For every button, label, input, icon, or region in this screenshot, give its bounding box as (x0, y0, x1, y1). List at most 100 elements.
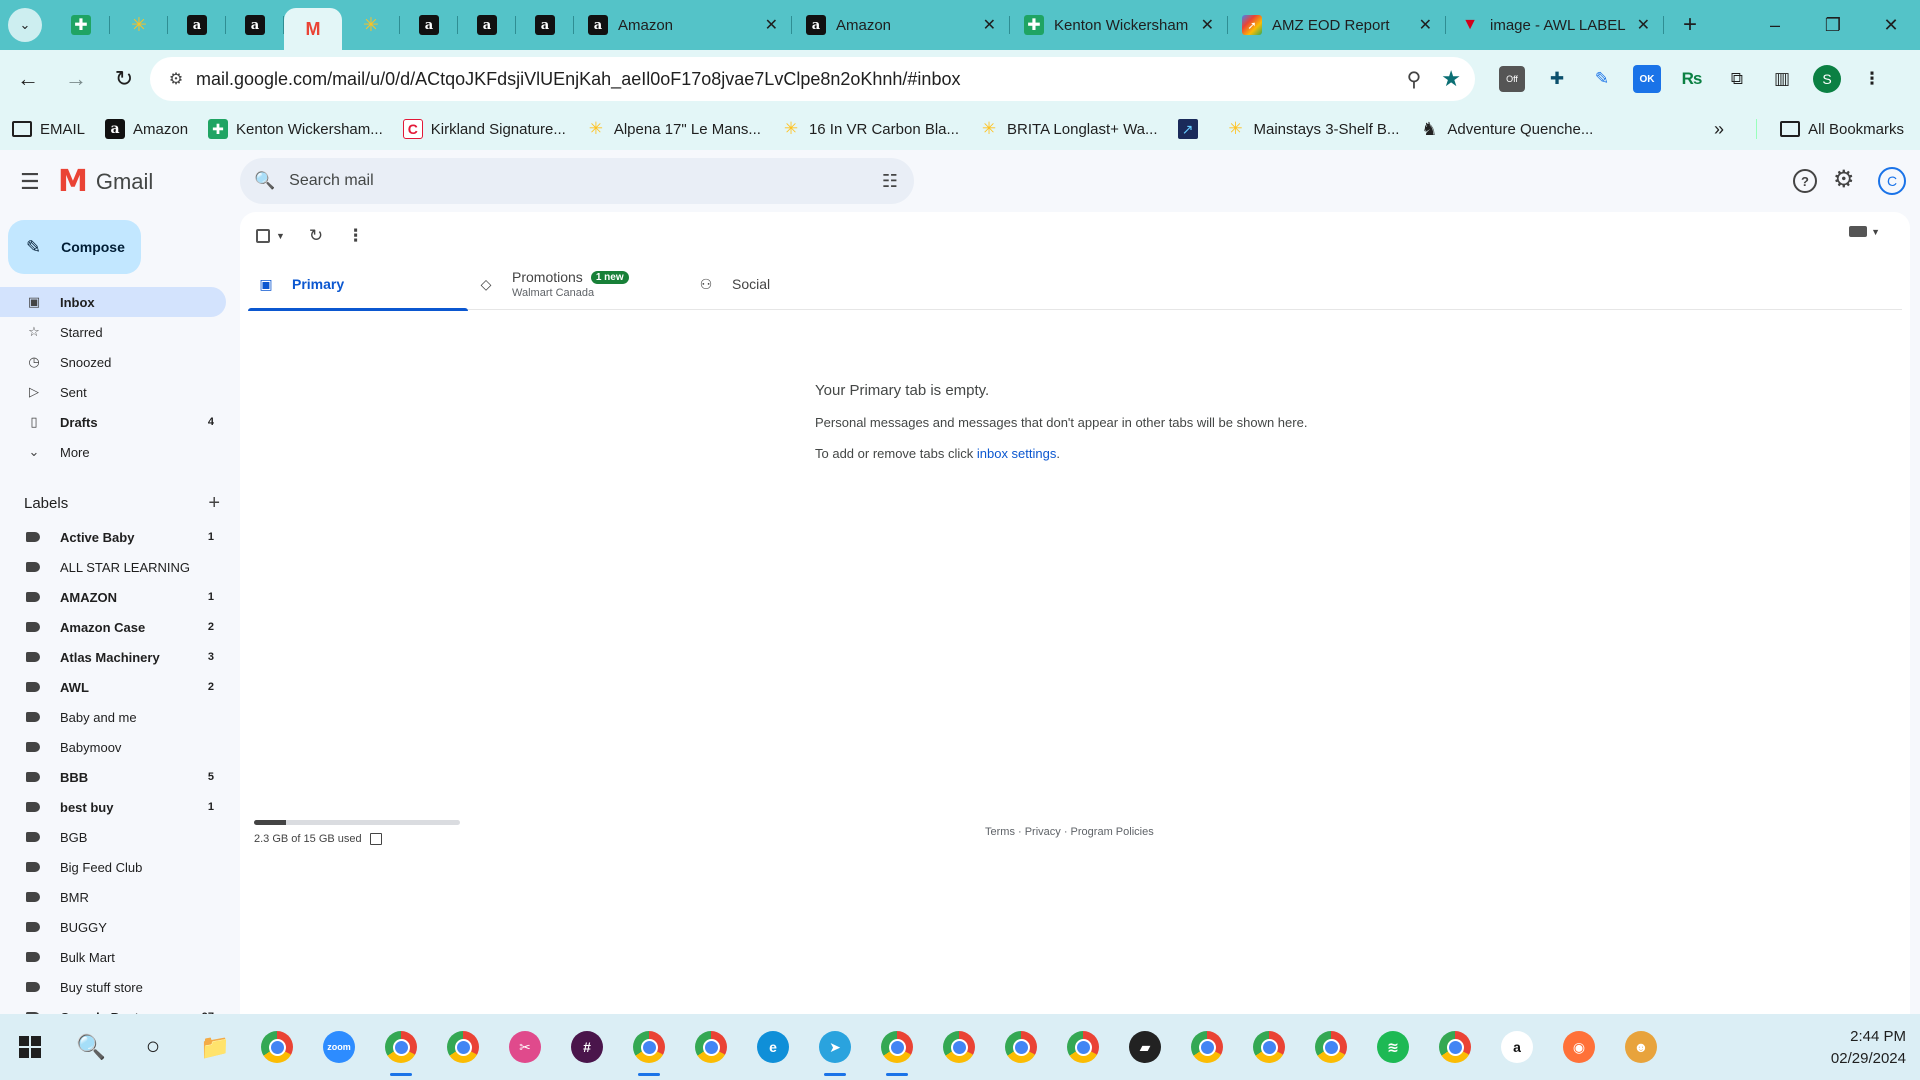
taskbar-chrome[interactable] (1238, 1014, 1300, 1080)
bookmark-item[interactable]: C Kirkland Signature... (402, 119, 566, 139)
inbox-settings-link[interactable]: inbox settings (977, 446, 1057, 461)
taskbar-game[interactable]: ☻ (1610, 1014, 1672, 1080)
browser-tab[interactable]: ➚ AMZ EOD Report ✕ (1228, 0, 1446, 50)
bookmark-item[interactable]: ✳ BRITA Longlast+ Wa... (979, 119, 1158, 139)
label-item[interactable]: BUGGY (0, 912, 226, 942)
taskbar-chrome[interactable] (618, 1014, 680, 1080)
system-clock[interactable]: 2:44 PM 02/29/2024 (1831, 1026, 1906, 1070)
taskbar-chrome[interactable] (1300, 1014, 1362, 1080)
more-options-icon[interactable]: ⋮ (347, 226, 364, 246)
extension-ok[interactable]: OK (1627, 59, 1667, 99)
label-item[interactable]: BBB 5 (0, 762, 226, 792)
search-icon[interactable]: 🔍 (254, 171, 275, 191)
site-info-icon[interactable]: ⚙ (156, 69, 196, 89)
label-item[interactable]: Baby and me (0, 702, 226, 732)
taskbar-chrome[interactable] (1176, 1014, 1238, 1080)
add-label-button[interactable]: + (208, 492, 220, 515)
url-text[interactable]: mail.google.com/mail/u/0/d/ACtqoJKFdsjiV… (196, 69, 1407, 90)
pinned-tab-amazon[interactable]: a (226, 0, 284, 50)
label-item[interactable]: Big Feed Club (0, 852, 226, 882)
close-window-button[interactable]: ✕ (1862, 0, 1920, 50)
search-options-icon[interactable]: ☷ (882, 171, 898, 192)
close-tab-icon[interactable]: ✕ (1637, 15, 1650, 35)
footer-links[interactable]: Terms · Privacy · Program Policies (985, 826, 1154, 838)
taskbar-snipping-tool[interactable]: ✂ (494, 1014, 556, 1080)
close-tab-icon[interactable]: ✕ (983, 15, 996, 35)
pinned-tab-gmail[interactable]: M (284, 8, 342, 50)
select-all-checkbox[interactable] (256, 229, 270, 243)
main-menu-icon[interactable]: ☰ (20, 169, 40, 195)
taskbar-chrome[interactable] (990, 1014, 1052, 1080)
extensions-puzzle-icon[interactable]: ⧉ (1717, 59, 1757, 99)
taskbar-slack[interactable]: # (556, 1014, 618, 1080)
taskbar-zoom[interactable]: zoom (308, 1014, 370, 1080)
pinned-tab-walmart[interactable]: ✳ (342, 0, 400, 50)
pinned-tab-amazon[interactable]: a (168, 0, 226, 50)
label-item[interactable]: BMR (0, 882, 226, 912)
browser-tab[interactable]: a Amazon ✕ (792, 0, 1010, 50)
browser-tab[interactable]: a Amazon ✕ (574, 0, 792, 50)
label-item[interactable]: Babymoov (0, 732, 226, 762)
label-item[interactable]: Bulk Mart (0, 942, 226, 972)
taskbar-spotify[interactable]: ≋ (1362, 1014, 1424, 1080)
bookmark-item[interactable]: a Amazon (105, 119, 188, 139)
pinned-tab-sheets[interactable]: ✚ (52, 0, 110, 50)
restore-button[interactable]: ❐ (1804, 0, 1862, 50)
account-avatar[interactable]: C (1878, 167, 1906, 195)
chrome-menu-icon[interactable]: ⋮ (1852, 59, 1892, 99)
select-menu-caret-icon[interactable]: ▼ (276, 231, 285, 241)
bookmark-item[interactable]: EMAIL (12, 121, 85, 138)
search-input[interactable]: Search mail (289, 172, 882, 190)
extension-off[interactable]: Off (1492, 59, 1532, 99)
tab-search-button[interactable]: ⌄ (8, 8, 42, 42)
label-item[interactable]: Atlas Machinery 3 (0, 642, 226, 672)
pinned-tab-amazon[interactable]: a (400, 0, 458, 50)
open-storage-icon[interactable] (369, 833, 382, 845)
taskbar-chrome[interactable] (246, 1014, 308, 1080)
nav-item-starred[interactable]: ☆ Starred (0, 317, 226, 347)
label-item[interactable]: Buy stuff store (0, 972, 226, 1002)
label-item[interactable]: BGB (0, 822, 226, 852)
back-button[interactable]: ← (8, 59, 48, 99)
taskbar-chrome[interactable] (928, 1014, 990, 1080)
close-tab-icon[interactable]: ✕ (1201, 15, 1214, 35)
pinned-tab-amazon[interactable]: a (516, 0, 574, 50)
nav-item-more[interactable]: ⌄ More (0, 437, 226, 467)
extension-game-icon[interactable]: ✚ (1537, 59, 1577, 99)
zoom-icon[interactable]: ⚲ (1407, 67, 1422, 92)
profile-button[interactable]: S (1807, 59, 1847, 99)
taskbar-chrome[interactable] (1052, 1014, 1114, 1080)
taskbar-chrome[interactable] (370, 1014, 432, 1080)
new-tab-button[interactable]: + (1670, 5, 1710, 45)
taskbar-chrome[interactable] (680, 1014, 742, 1080)
bookmark-item[interactable]: ✚ Kenton Wickersham... (208, 119, 383, 139)
search-bar[interactable]: 🔍 Search mail ☷ (240, 158, 914, 204)
all-bookmarks-button[interactable]: All Bookmarks (1780, 108, 1904, 150)
pinned-tab-walmart[interactable]: ✳ (110, 0, 168, 50)
bookmark-item[interactable]: ♞ Adventure Quenche... (1419, 119, 1593, 139)
gear-icon[interactable]: ⚙ (1833, 165, 1855, 194)
bookmark-item[interactable]: ✳ 16 In VR Carbon Bla... (781, 119, 959, 139)
nav-item-inbox[interactable]: ▣ Inbox (0, 287, 226, 317)
close-tab-icon[interactable]: ✕ (1419, 15, 1432, 35)
taskbar-chrome[interactable] (866, 1014, 928, 1080)
nav-item-sent[interactable]: ▷ Sent (0, 377, 226, 407)
taskbar-file-explorer[interactable]: 📁 (184, 1014, 246, 1080)
side-panel-icon[interactable]: ▥ (1762, 59, 1802, 99)
minimize-button[interactable]: – (1746, 0, 1804, 50)
taskbar-amazon[interactable]: a (1486, 1014, 1548, 1080)
taskbar-cortana[interactable]: ○ (122, 1014, 184, 1080)
pinned-tab-amazon[interactable]: a (458, 0, 516, 50)
browser-tab[interactable]: ✚ Kenton Wickersham ✕ (1010, 0, 1228, 50)
taskbar-sticky-notes[interactable]: ▰ (1114, 1014, 1176, 1080)
label-item[interactable]: Active Baby 1 (0, 522, 226, 552)
input-tools-button[interactable]: ▼ (1849, 226, 1880, 237)
forward-button[interactable]: → (56, 59, 96, 99)
label-item[interactable]: AMAZON 1 (0, 582, 226, 612)
bookmark-item[interactable]: ↗ (1177, 119, 1206, 139)
nav-item-drafts[interactable]: ▯ Drafts 4 (0, 407, 226, 437)
label-item[interactable]: Amazon Case 2 (0, 612, 226, 642)
tab-primary[interactable]: ▣ Primary (248, 258, 468, 311)
more-bookmarks-icon[interactable]: » (1714, 108, 1724, 150)
tab-social[interactable]: ⚇ Social (688, 258, 908, 310)
